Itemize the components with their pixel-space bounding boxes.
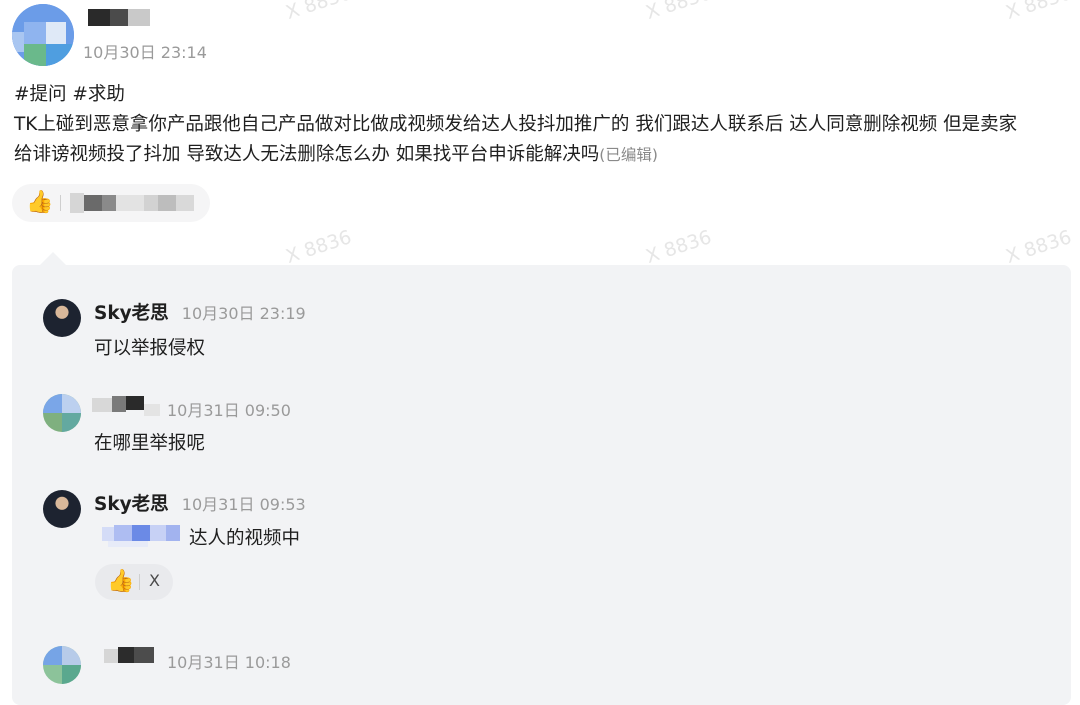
comment: Sky老思 10月30日 23:19: [94, 299, 306, 325]
panel-pointer: [40, 252, 66, 265]
comments-panel: [12, 265, 1071, 705]
watermark: X 8836: [643, 0, 715, 24]
comment-text: 可以举报侵权: [94, 338, 206, 359]
comment-text: 达人的视频中: [189, 528, 301, 549]
comment: Sky老思 10月31日 09:53: [94, 490, 306, 516]
watermark: X 8836: [283, 226, 355, 268]
post-content: TK上碰到恶意拿你产品跟他自己产品做对比做成视频发给达人投抖加推广的 我们跟达人…: [14, 114, 1018, 165]
reaction-divider: [139, 574, 140, 590]
post-timestamp: 10月30日 23:14: [83, 43, 207, 62]
mention-redacted[interactable]: [102, 523, 182, 549]
commenter-avatar[interactable]: [43, 490, 81, 528]
watermark: X 8836: [1003, 226, 1075, 268]
commenter-avatar[interactable]: [43, 299, 81, 337]
comment-timestamp: 10月30日 23:19: [181, 304, 306, 323]
commenter-name-redacted[interactable]: [92, 396, 162, 416]
reaction-user: X: [149, 571, 160, 590]
post-hashtags[interactable]: #提问 #求助: [14, 80, 1024, 110]
reaction-divider: [60, 195, 61, 211]
thumbs-up-icon: 👍: [26, 190, 54, 215]
reaction-users-redacted: [70, 193, 210, 213]
post-reaction-bar[interactable]: 👍: [12, 184, 210, 222]
commenter-avatar[interactable]: [43, 394, 81, 432]
comment-text: 在哪里举报呢: [94, 433, 206, 454]
comment-timestamp: 10月31日 09:50: [167, 401, 291, 420]
comment-timestamp: 10月31日 09:53: [181, 495, 306, 514]
watermark: X 8836: [643, 226, 715, 268]
thumbs-up-icon: 👍: [107, 569, 135, 594]
commenter-name-redacted[interactable]: [104, 647, 160, 667]
comment-timestamp: 10月31日 10:18: [167, 653, 291, 672]
comment-reaction[interactable]: 👍 X: [95, 564, 173, 600]
watermark: X 8836: [283, 0, 355, 24]
commenter-name[interactable]: Sky老思: [94, 494, 169, 515]
author-avatar[interactable]: [12, 4, 74, 66]
edited-label: (已编辑): [599, 146, 658, 164]
author-name-redacted[interactable]: [88, 9, 150, 26]
watermark: X 8836: [1003, 0, 1075, 24]
commenter-avatar[interactable]: [43, 646, 81, 684]
commenter-name[interactable]: Sky老思: [94, 303, 169, 324]
post-body: #提问 #求助 TK上碰到恶意拿你产品跟他自己产品做对比做成视频发给达人投抖加推…: [14, 80, 1024, 170]
